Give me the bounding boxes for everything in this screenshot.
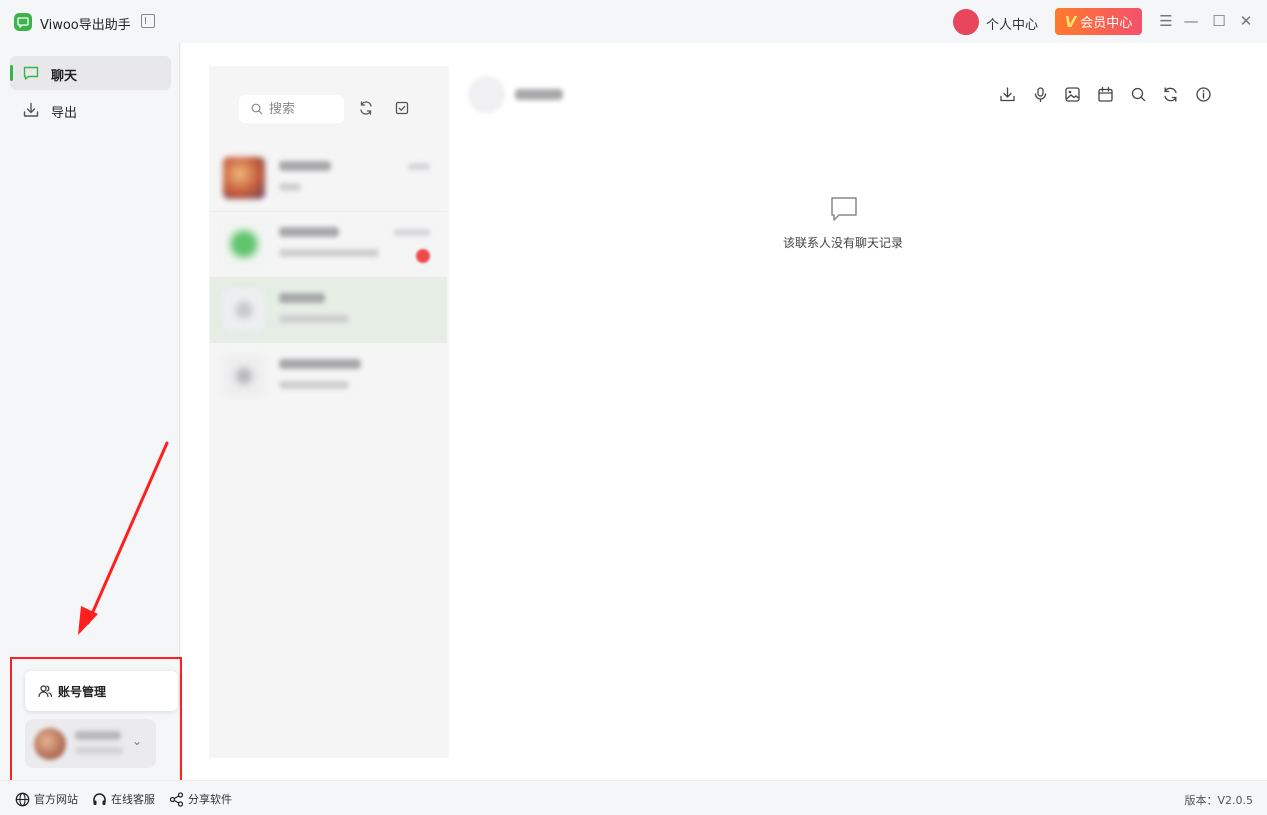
vip-center-label: 会员中心 (1080, 16, 1133, 31)
official-website-link[interactable]: 官方网站 (15, 791, 78, 807)
close-icon[interactable]: ✕ (1237, 12, 1255, 30)
contact-avatar (223, 289, 265, 331)
active-indicator (10, 65, 13, 81)
search-icon (251, 103, 263, 115)
chat-contact-name (515, 89, 563, 100)
vip-v-icon: V (1064, 12, 1077, 31)
title-bar: Viwoo导出助手 个人中心 V 会员中心 ☰ — ☐ ✕ (0, 0, 1267, 43)
sidebar-item-export[interactable]: 导出 (10, 93, 171, 127)
contact-last-message (279, 315, 349, 323)
contact-item[interactable] (210, 277, 447, 343)
contact-name (279, 293, 325, 303)
contact-avatar (223, 223, 265, 265)
info-icon[interactable] (1195, 86, 1212, 103)
calendar-icon[interactable] (1097, 86, 1114, 103)
version-label: 版本：V2.0.5 (1184, 794, 1253, 807)
app-title: Viwoo导出助手 (40, 18, 131, 33)
unread-badge (416, 249, 430, 263)
contact-name (279, 359, 361, 369)
search-box[interactable] (239, 95, 344, 123)
chat-bubble-icon (23, 66, 39, 80)
refresh-icon[interactable] (1162, 86, 1179, 103)
footer-link-label: 分享软件 (188, 793, 232, 806)
share-software-link[interactable]: 分享软件 (169, 791, 232, 807)
verified-badge-icon (953, 9, 979, 35)
empty-state-text: 该联系人没有聊天记录 (782, 236, 903, 250)
empty-chat-icon (831, 197, 857, 221)
export-chat-icon[interactable] (999, 86, 1016, 103)
search-input[interactable] (269, 99, 339, 119)
personal-center-link[interactable]: 个人中心 (986, 14, 1038, 33)
contact-item[interactable] (210, 145, 447, 211)
search-icon[interactable] (1130, 86, 1147, 103)
contact-last-message (279, 183, 301, 191)
contact-name (279, 227, 339, 237)
refresh-icon[interactable] (358, 100, 374, 116)
image-icon[interactable] (1064, 86, 1081, 103)
minimize-icon[interactable]: — (1182, 12, 1200, 30)
sidebar-item-label: 导出 (51, 106, 78, 121)
online-support-link[interactable]: 在线客服 (92, 791, 155, 807)
globe-icon (15, 792, 30, 806)
menu-icon[interactable]: ☰ (1157, 12, 1175, 30)
app-logo-icon (14, 13, 32, 31)
sidebar-item-chat[interactable]: 聊天 (10, 56, 171, 90)
footer-link-label: 在线客服 (111, 793, 155, 806)
contact-item[interactable] (210, 343, 447, 409)
contact-time (394, 229, 430, 236)
vip-center-button[interactable]: V 会员中心 (1055, 8, 1142, 35)
contact-name (279, 161, 331, 171)
contact-last-message (279, 249, 379, 257)
contact-time (408, 163, 430, 170)
sidebar-item-label: 聊天 (51, 69, 78, 84)
footer-link-label: 官方网站 (34, 793, 78, 806)
chat-avatar (468, 76, 505, 113)
download-icon (23, 102, 39, 117)
annotation-highlight-box (10, 657, 182, 782)
headset-icon (93, 792, 106, 805)
contact-last-message (279, 381, 349, 389)
multi-select-icon[interactable] (394, 100, 410, 116)
maximize-icon[interactable]: ☐ (1210, 12, 1228, 30)
contact-avatar (223, 157, 265, 199)
share-icon (169, 791, 184, 807)
contact-item[interactable] (210, 211, 447, 277)
contact-avatar (223, 355, 265, 397)
sidebar-collapse-icon[interactable] (141, 14, 155, 28)
voice-icon[interactable] (1032, 86, 1049, 103)
